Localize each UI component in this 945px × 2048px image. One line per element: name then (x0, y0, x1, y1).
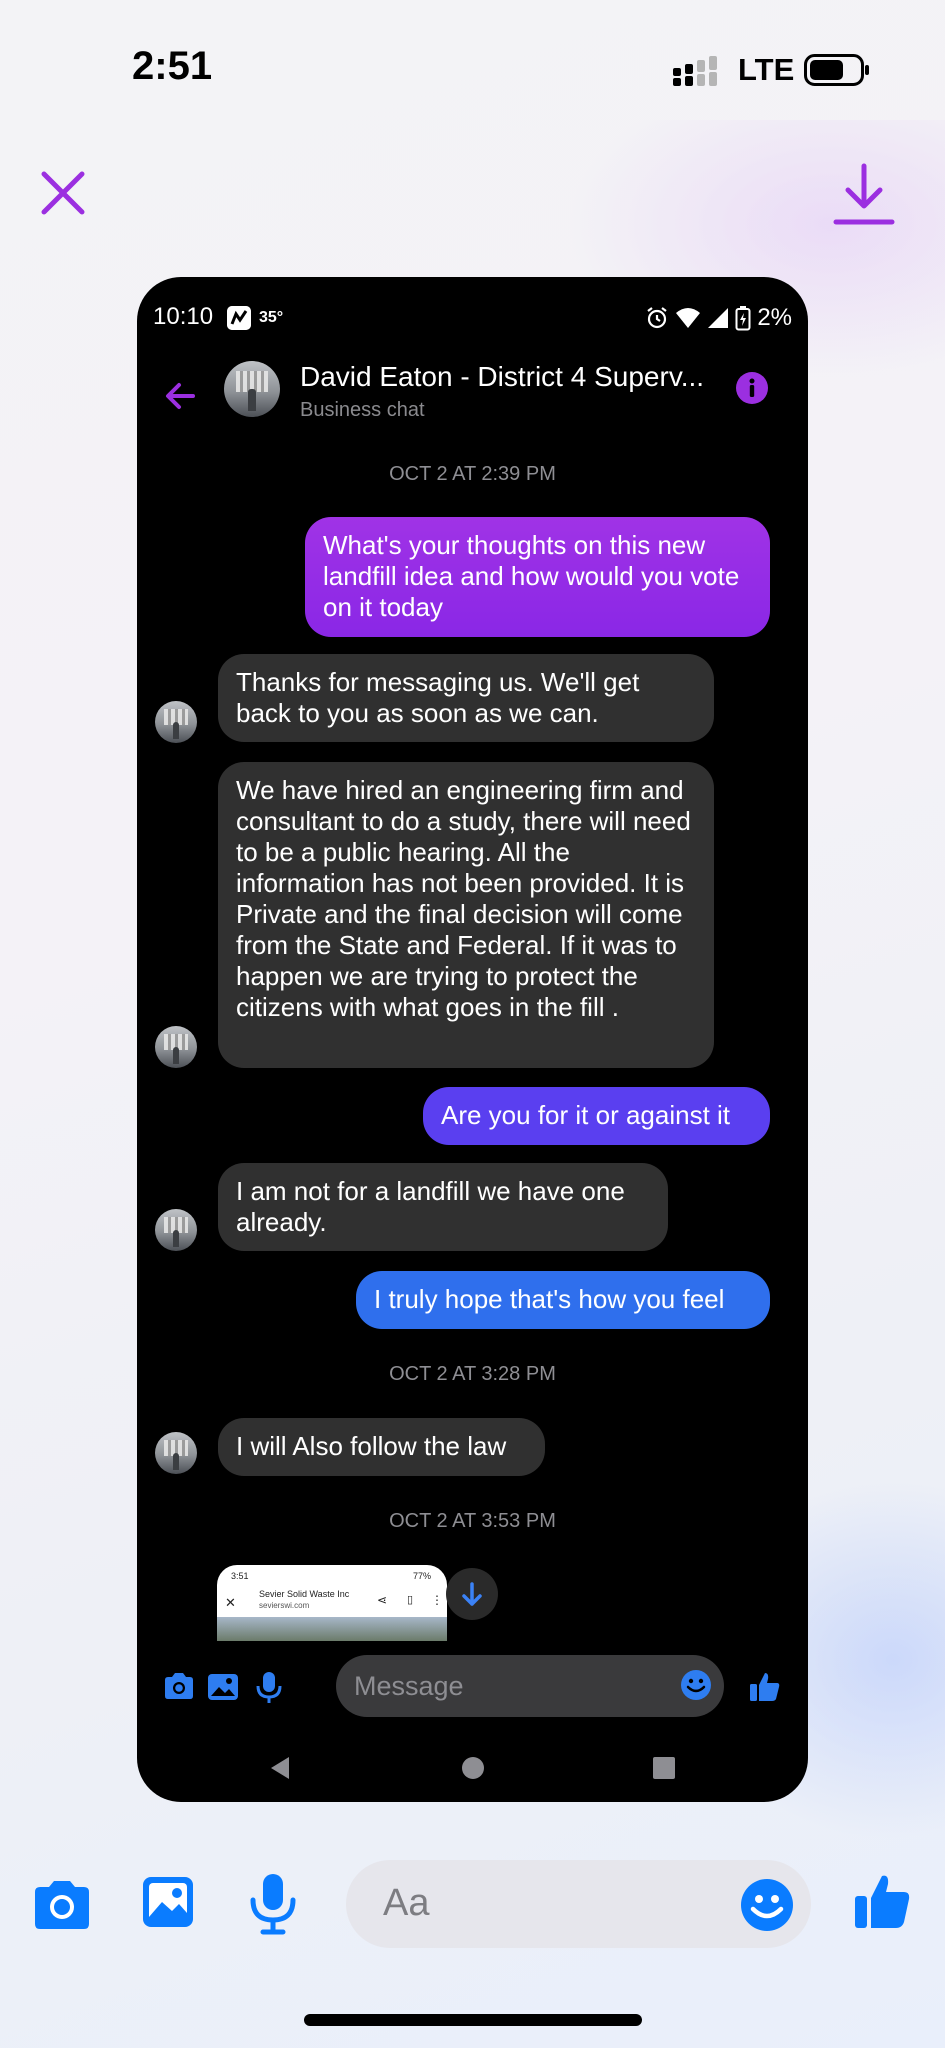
sender-avatar[interactable] (155, 701, 197, 743)
attachment-share-icon: ⋖ (377, 1593, 388, 1607)
android-navigation-bar (137, 1743, 808, 1793)
reply-input[interactable]: Aa (346, 1860, 811, 1948)
outgoing-message[interactable]: What's your thoughts on this new landfil… (305, 517, 770, 637)
attachment-more-icon: ⋮ (431, 1593, 443, 1607)
incoming-message[interactable]: Thanks for messaging us. We'll get back … (218, 654, 714, 742)
reply-composer: Aa (0, 1858, 945, 1954)
attachment-site-url: sevierswi.com (259, 1601, 310, 1610)
contact-avatar[interactable] (224, 361, 280, 417)
cellular-signal-icon (673, 56, 717, 86)
message-input[interactable]: Message (336, 1655, 724, 1717)
emoji-icon[interactable] (740, 1878, 794, 1932)
attachment-site-title: Sevier Solid Waste Inc (259, 1589, 350, 1599)
android-status-bar: 10:10 35° 2% (153, 303, 792, 339)
nav-recents-icon[interactable] (651, 1755, 677, 1781)
outgoing-message[interactable]: I truly hope that's how you feel (356, 1271, 770, 1329)
incoming-message[interactable]: We have hired an engineering firm and co… (218, 762, 714, 1068)
attachment-close-icon: ✕ (225, 1595, 236, 1610)
attachment-status-time: 3:51 (231, 1571, 249, 1581)
cell-signal-icon (708, 308, 729, 328)
battery-icon (804, 54, 869, 86)
network-type: LTE (738, 52, 795, 87)
alarm-icon (647, 307, 667, 329)
attachment-bookmark-icon: ▯ (407, 1594, 414, 1606)
shared-screenshot: 10:10 35° 2% David Eaton - District 4 Su… (137, 277, 808, 1802)
microphone-icon[interactable] (248, 1872, 298, 1936)
outgoing-message[interactable]: Are you for it or against it (423, 1087, 770, 1145)
chat-type-label: Business chat (300, 399, 425, 421)
download-icon[interactable] (832, 162, 896, 228)
nav-home-icon[interactable] (460, 1755, 486, 1781)
sender-avatar[interactable] (155, 1432, 197, 1474)
camera-icon[interactable] (161, 1669, 197, 1705)
gallery-icon[interactable] (205, 1669, 241, 1705)
nav-back-icon[interactable] (267, 1755, 293, 1781)
contact-name[interactable]: David Eaton - District 4 Superv... (300, 361, 704, 393)
message-timestamp: OCT 2 AT 2:39 PM (389, 463, 556, 485)
message-composer: Message (137, 1647, 808, 1721)
close-icon[interactable] (38, 168, 88, 218)
like-icon[interactable] (852, 1870, 912, 1932)
sender-avatar[interactable] (155, 1026, 197, 1068)
emoji-icon[interactable] (680, 1669, 712, 1701)
image-attachment[interactable]: 3:51 77% ✕ Sevier Solid Waste Inc sevier… (217, 1565, 447, 1641)
home-indicator[interactable] (304, 2014, 642, 2026)
ios-status-time: 2:51 (132, 44, 213, 88)
sender-avatar[interactable] (155, 1209, 197, 1251)
app-notification-icon (227, 306, 251, 330)
microphone-icon[interactable] (251, 1669, 287, 1705)
attachment-preview-image (217, 1617, 447, 1641)
arrow-down-icon (462, 1582, 482, 1606)
back-arrow-icon[interactable] (161, 377, 199, 415)
attachment-status-battery: 77% (413, 1571, 432, 1581)
chat-header: David Eaton - District 4 Superv... Busin… (137, 357, 808, 437)
incoming-message[interactable]: I will Also follow the law (218, 1418, 545, 1476)
message-timestamp: OCT 2 AT 3:53 PM (389, 1510, 556, 1532)
message-input-placeholder: Message (354, 1671, 464, 1701)
android-status-time: 10:10 (153, 303, 214, 330)
message-timestamp: OCT 2 AT 3:28 PM (389, 1363, 556, 1385)
battery-percent: 2% (757, 304, 792, 331)
incoming-message[interactable]: I am not for a landfill we have one alre… (218, 1163, 668, 1251)
wifi-icon (676, 308, 701, 328)
info-icon[interactable] (735, 371, 769, 405)
battery-icon (735, 306, 751, 331)
gallery-icon[interactable] (140, 1874, 196, 1930)
scroll-to-bottom-button[interactable] (446, 1568, 498, 1620)
reply-input-placeholder: Aa (383, 1882, 430, 1924)
temperature: 35° (259, 309, 284, 326)
like-icon[interactable] (747, 1669, 783, 1705)
camera-icon[interactable] (32, 1878, 92, 1932)
